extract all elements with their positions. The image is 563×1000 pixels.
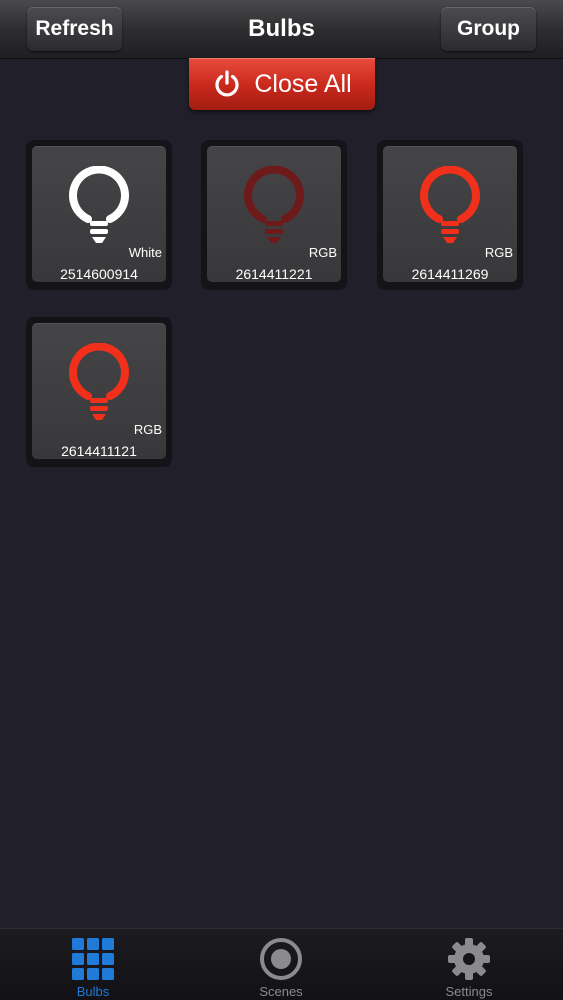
bulb-tile-frame: RGB 2614411269: [377, 140, 523, 290]
bulb-id-label: 2614411269: [411, 266, 489, 282]
tab-bulbs-label: Bulbs: [76, 984, 110, 999]
tab-scenes-label: Scenes: [259, 984, 303, 999]
close-all-button[interactable]: Close All: [189, 58, 375, 110]
tab-bar: Bulbs Scenes Settings: [0, 928, 563, 1000]
tab-scenes[interactable]: Scenes: [211, 929, 351, 1000]
tab-bulbs[interactable]: Bulbs: [23, 929, 163, 1000]
refresh-button[interactable]: Refresh: [27, 7, 122, 51]
bulb-type-label: RGB: [484, 245, 513, 260]
grid-icon: [72, 938, 114, 980]
bulb-id-label: 2514600914: [60, 266, 138, 282]
tab-settings[interactable]: Settings: [399, 929, 539, 1000]
bulb-id-label: 2614411221: [235, 266, 313, 282]
bulb-tile[interactable]: RGB 2614411121: [32, 323, 166, 459]
bulb-tile[interactable]: RGB 2614411221: [207, 146, 341, 282]
tab-settings-label: Settings: [445, 984, 493, 999]
app-root: Refresh Bulbs Group Close All White 2514…: [0, 0, 563, 1000]
lightbulb-icon: [420, 166, 480, 243]
bulb-tile-frame: RGB 2614411121: [26, 317, 172, 467]
bulb-type-label: RGB: [308, 245, 337, 260]
eye-icon: [260, 938, 302, 980]
lightbulb-icon: [69, 166, 129, 243]
bulb-tile-frame: White 2514600914: [26, 140, 172, 290]
lightbulb-icon: [244, 166, 304, 243]
power-icon: [215, 70, 239, 97]
bulb-tile[interactable]: White 2514600914: [32, 146, 166, 282]
navigation-bar: Refresh Bulbs Group: [0, 0, 563, 59]
bulb-type-label: White: [128, 245, 162, 260]
gear-icon: [448, 938, 490, 980]
bulb-tile[interactable]: RGB 2614411269: [383, 146, 517, 282]
bulb-type-label: RGB: [133, 422, 162, 437]
close-all-label: Close All: [254, 69, 352, 98]
bulb-tile-frame: RGB 2614411221: [201, 140, 347, 290]
lightbulb-icon: [69, 343, 129, 420]
bulb-id-label: 2614411121: [61, 443, 137, 459]
group-button[interactable]: Group: [441, 7, 536, 51]
